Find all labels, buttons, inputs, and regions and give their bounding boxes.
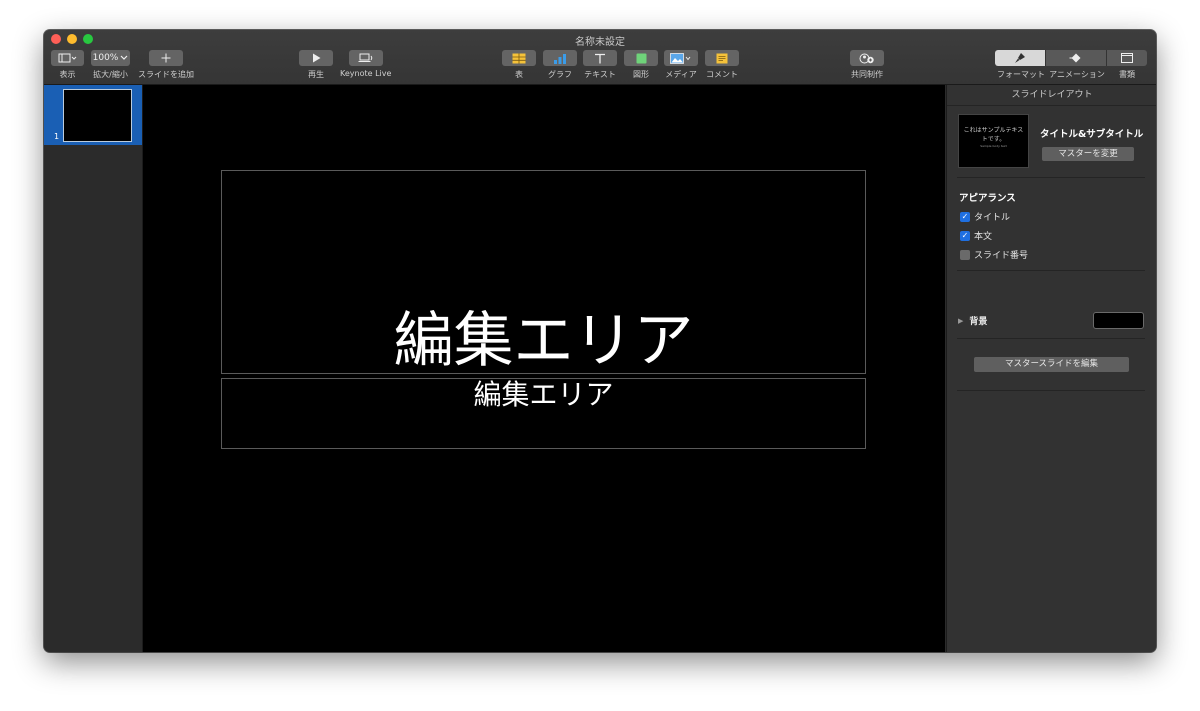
table-button[interactable] [502,50,536,66]
title-checkbox-label: タイトル [974,213,1011,223]
format-inspector: スライドレイアウト これはサンプルテキストです。 Sample body tex… [946,85,1156,652]
shape-button[interactable] [624,50,658,66]
animate-tab[interactable] [1046,50,1107,66]
disclosure-triangle-icon: ▶ [958,316,964,325]
table-label: 表 [515,70,523,79]
collaborate-label: 共同制作 [851,70,883,79]
title-checkbox-row[interactable]: ✓ タイトル [960,210,1010,223]
body-checkbox[interactable]: ✓ [960,230,970,241]
background-color-well[interactable] [1093,312,1144,329]
play-button[interactable] [299,50,333,66]
keynote-window: 名称未設定 表示 100% 拡大/縮小 スライドを追加 再生 Keynote L… [44,30,1156,652]
comment-button[interactable] [705,50,739,66]
chart-label: グラフ [548,70,572,79]
collaborate-button[interactable] [850,50,884,66]
view-icon [58,53,76,63]
text-label: テキスト [584,70,616,79]
toolbar: 名称未設定 表示 100% 拡大/縮小 スライドを追加 再生 Keynote L… [44,30,1156,85]
comment-label: コメント [706,70,738,79]
play-label: 再生 [308,70,324,79]
title-placeholder[interactable]: 編集エリア [221,170,866,374]
inspector-segmented-control [995,50,1147,66]
body-checkbox-row[interactable]: ✓ 本文 [960,229,992,242]
slide-number-checkbox-row[interactable]: スライド番号 [960,248,1028,261]
zoom-label: 拡大/縮小 [93,70,128,79]
title-checkbox[interactable]: ✓ [960,211,970,222]
keynote-live-label: Keynote Live [340,69,392,78]
edit-master-slide-button[interactable]: マスタースライドを編集 [974,357,1129,372]
divider [957,390,1145,391]
collaborate-group: 共同制作 [850,50,884,80]
body-checkbox-label: 本文 [974,232,993,242]
table-icon [512,53,526,63]
background-label: 背景 [969,317,988,327]
zoom-value: 100% [92,53,119,63]
play-group: 再生 [299,50,333,80]
shape-group: 図形 [624,50,658,80]
title-text: 編集エリア [393,306,694,376]
layout-thumb-sub: Sample body text [980,144,1007,148]
paintbrush-icon [1015,53,1025,63]
slide-number: 1 [54,132,60,141]
text-button[interactable] [583,50,617,66]
layout-thumbnail[interactable]: これはサンプルテキストです。 Sample body text [958,114,1029,168]
media-label: メディア [665,70,697,79]
slide-thumbnail-selected[interactable]: 1 [44,85,142,145]
chart-icon [554,53,566,64]
media-button[interactable] [664,50,698,66]
keynote-live-group: Keynote Live [340,50,391,78]
layout-thumb-title: これはサンプルテキストです。 [963,127,1024,143]
document-tab[interactable] [1107,50,1147,66]
add-slide-group: スライドを追加 [138,50,194,80]
add-slide-button[interactable] [149,50,183,66]
zoom-group: 100% 拡大/縮小 [91,50,130,80]
slide-canvas[interactable]: 編集エリア 編集エリア [143,85,945,652]
shape-icon [636,53,646,63]
media-icon [670,52,691,64]
text-group: テキスト [583,50,617,80]
slide-number-checkbox-label: スライド番号 [974,251,1029,261]
format-label: フォーマット [997,70,1045,79]
keynote-live-icon [358,53,372,62]
media-group: メディア [664,50,698,80]
view-button[interactable] [51,50,84,66]
keynote-live-button[interactable] [348,50,383,66]
slide-navigator: 1 [44,85,143,652]
animate-label: アニメーション [1049,70,1105,79]
add-slide-label: スライドを追加 [138,70,194,79]
chart-group: グラフ [543,50,577,80]
window-title: 名称未設定 [575,37,625,48]
plus-icon [161,53,171,63]
collaborate-icon [859,53,874,63]
chevron-down-icon [120,55,128,60]
animate-icon [1069,53,1081,63]
table-group: 表 [502,50,536,80]
inspector-tab-labels: フォーマット アニメーション 書類 [995,69,1147,80]
comment-group: コメント [705,50,739,80]
divider [957,177,1145,178]
subtitle-placeholder[interactable]: 編集エリア [221,378,866,449]
slide-thumbnail-image [63,89,132,142]
format-tab[interactable] [995,50,1046,66]
background-disclosure[interactable]: ▶ 背景 [958,314,988,328]
slide-number-checkbox[interactable] [960,249,970,260]
divider [957,338,1145,339]
inspector-switcher: フォーマット アニメーション 書類 [995,50,1147,80]
chart-button[interactable] [543,50,577,66]
comment-icon [716,53,728,63]
play-icon [312,53,320,63]
change-master-button[interactable]: マスターを変更 [1042,147,1134,161]
layout-name: タイトル&サブタイトル [1040,129,1144,140]
subtitle-text: 編集エリア [473,378,614,411]
text-icon [595,53,605,63]
appearance-title: アピアランス [959,193,1016,204]
shape-label: 図形 [633,70,649,79]
view-label: 表示 [59,70,76,79]
divider [957,270,1145,271]
document-label: 書類 [1119,70,1135,79]
zoom-select[interactable]: 100% [91,50,130,66]
inspector-header: スライドレイアウト [947,85,1156,106]
document-icon [1121,53,1133,63]
view-group: 表示 [51,50,84,80]
